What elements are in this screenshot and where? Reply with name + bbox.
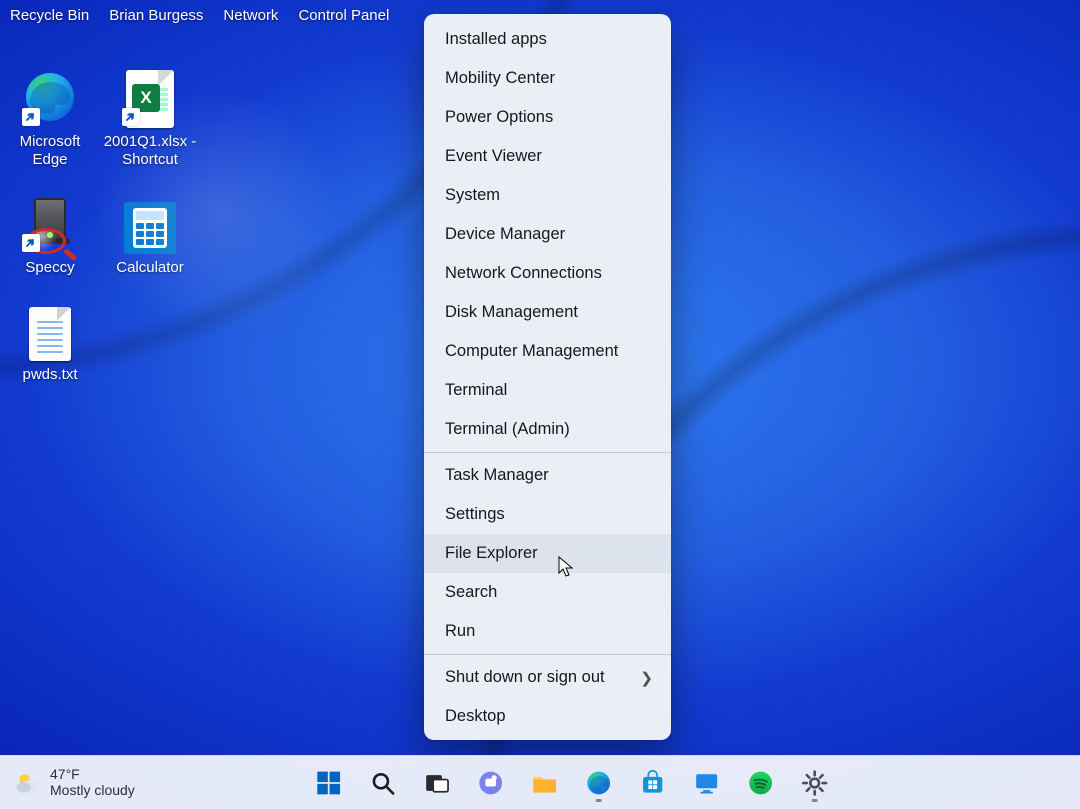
desktop-icon-label: Calculator — [116, 259, 184, 277]
menu-item-label: Settings — [445, 505, 505, 524]
running-indicator — [596, 799, 602, 802]
menu-item-label: Power Options — [445, 108, 553, 127]
spotify-icon — [747, 769, 775, 797]
menu-separator — [424, 452, 671, 453]
desktop-icon-pwds-txt[interactable]: pwds.txt — [0, 301, 100, 384]
menu-item-terminal-admin[interactable]: Terminal (Admin) — [424, 410, 671, 449]
menu-item-search[interactable]: Search — [424, 573, 671, 612]
desktop-icon-label: Speccy — [25, 259, 74, 277]
shortcut-overlay-icon — [22, 234, 40, 252]
start-button[interactable] — [308, 762, 350, 804]
calc-icon — [120, 194, 180, 254]
menu-item-settings[interactable]: Settings — [424, 495, 671, 534]
shortcut-overlay-icon — [22, 108, 40, 126]
menu-item-label: Disk Management — [445, 303, 578, 322]
shortcut-overlay-icon — [122, 108, 140, 126]
spotify-button[interactable] — [740, 762, 782, 804]
menu-item-label: System — [445, 186, 500, 205]
menu-item-file-explorer[interactable]: File Explorer — [424, 534, 671, 573]
folder-icon — [531, 769, 559, 797]
search-button[interactable] — [362, 762, 404, 804]
menu-item-device-manager[interactable]: Device Manager — [424, 215, 671, 254]
rdp-icon — [693, 769, 721, 797]
desktop-icon-calculator[interactable]: Calculator — [100, 194, 200, 277]
xlsx-icon: X — [120, 68, 180, 128]
chevron-right-icon: ❯ — [640, 669, 653, 687]
menu-item-label: Mobility Center — [445, 69, 555, 88]
weather-cond: Mostly cloudy — [50, 783, 135, 799]
task-view-button[interactable] — [416, 762, 458, 804]
menu-item-run[interactable]: Run — [424, 612, 671, 651]
menu-item-label: Terminal — [445, 381, 507, 400]
taskbar-center — [308, 762, 836, 804]
weather-icon — [14, 769, 42, 797]
menu-item-disk-management[interactable]: Disk Management — [424, 293, 671, 332]
desktop-top-row: Recycle Bin Brian Burgess Network Control P… — [10, 7, 389, 24]
desktop-top-recycle-bin[interactable]: Recycle Bin — [10, 7, 89, 24]
edge-icon — [585, 769, 613, 797]
menu-item-label: Network Connections — [445, 264, 602, 283]
windows-icon — [315, 769, 343, 797]
ms-store-button[interactable] — [632, 762, 674, 804]
menu-item-label: Run — [445, 622, 475, 641]
menu-item-mobility-center[interactable]: Mobility Center — [424, 59, 671, 98]
search-icon — [369, 769, 397, 797]
menu-item-label: Device Manager — [445, 225, 565, 244]
menu-item-label: Event Viewer — [445, 147, 542, 166]
menu-item-power-options[interactable]: Power Options — [424, 98, 671, 137]
desktop-icon-label: Microsoft Edge — [0, 133, 100, 170]
menu-item-label: Terminal (Admin) — [445, 420, 570, 439]
file-explorer-button[interactable] — [524, 762, 566, 804]
menu-separator — [424, 654, 671, 655]
taskview-icon — [423, 769, 451, 797]
chat-icon — [477, 769, 505, 797]
menu-item-system[interactable]: System — [424, 176, 671, 215]
desktop-icon-excel-shortcut[interactable]: X 2001Q1.xlsx - Shortcut — [100, 68, 200, 170]
menu-item-label: Installed apps — [445, 30, 547, 49]
desktop-top-network[interactable]: Network — [223, 7, 278, 24]
menu-item-label: Desktop — [445, 707, 506, 726]
desktop-icon-grid: Microsoft Edge X 2001Q1.xlsx - Shortcut Spe… — [0, 68, 200, 384]
store-icon — [639, 769, 667, 797]
desktop-icon-label: 2001Q1.xlsx - Shortcut — [100, 133, 200, 170]
desktop-background[interactable]: Recycle Bin Brian Burgess Network Control P… — [0, 0, 1080, 809]
menu-item-label: Search — [445, 583, 497, 602]
menu-item-label: Task Manager — [445, 466, 549, 485]
menu-item-task-manager[interactable]: Task Manager — [424, 456, 671, 495]
speccy-icon — [20, 194, 80, 254]
running-indicator — [812, 799, 818, 802]
desktop-icon-microsoft-edge[interactable]: Microsoft Edge — [0, 68, 100, 170]
menu-item-show-desktop[interactable]: Desktop — [424, 697, 671, 736]
menu-item-label: File Explorer — [445, 544, 538, 563]
txt-icon — [20, 301, 80, 361]
edge-button[interactable] — [578, 762, 620, 804]
desktop-top-control-panel[interactable]: Control Panel — [298, 7, 389, 24]
desktop-icon-speccy[interactable]: Speccy — [0, 194, 100, 277]
menu-item-label: Shut down or sign out — [445, 668, 605, 687]
menu-item-installed-apps[interactable]: Installed apps — [424, 20, 671, 59]
power-user-menu: Installed apps Mobility Center Power Optio… — [424, 14, 671, 740]
menu-item-terminal[interactable]: Terminal — [424, 371, 671, 410]
desktop-icon-label: pwds.txt — [22, 366, 77, 384]
desktop-top-user-folder[interactable]: Brian Burgess — [109, 7, 203, 24]
menu-item-event-viewer[interactable]: Event Viewer — [424, 137, 671, 176]
menu-item-label: Computer Management — [445, 342, 618, 361]
settings-button[interactable] — [794, 762, 836, 804]
menu-item-network-connections[interactable]: Network Connections — [424, 254, 671, 293]
weather-temp: 47°F — [50, 767, 135, 783]
menu-item-computer-management[interactable]: Computer Management — [424, 332, 671, 371]
edge-icon — [20, 68, 80, 128]
taskbar: 47°F Mostly cloudy — [0, 755, 1080, 809]
rdp-button[interactable] — [686, 762, 728, 804]
menu-item-shut-down-sign-out[interactable]: Shut down or sign out ❯ — [424, 658, 671, 697]
chat-button[interactable] — [470, 762, 512, 804]
gear-icon — [801, 769, 829, 797]
taskbar-weather-widget[interactable]: 47°F Mostly cloudy — [0, 767, 135, 798]
